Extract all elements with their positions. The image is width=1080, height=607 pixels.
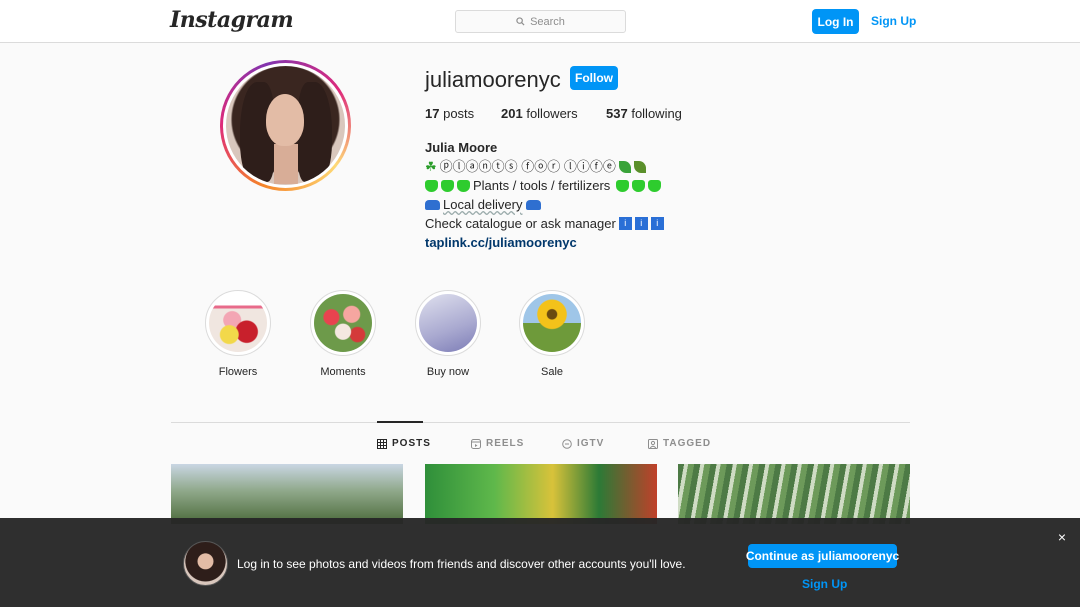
post-thumbnail[interactable] <box>425 464 657 524</box>
bio-line-products: Plants / tools / fertilizers <box>425 176 664 195</box>
bio-link[interactable]: taplink.cc/juliamoorenyc <box>425 233 664 252</box>
continue-as-button[interactable]: Continue as juliamoorenyc <box>746 544 899 568</box>
profile-username: juliamoorenyc <box>425 67 561 92</box>
green-heart-icon <box>616 179 630 192</box>
green-heart-icon <box>457 179 470 192</box>
highlight-label: Sale <box>540 366 564 378</box>
highlight-moments[interactable]: Moments <box>310 290 376 378</box>
login-prompt-signup-link[interactable]: Sign Up <box>802 577 847 591</box>
followers-count[interactable]: 201 followers <box>501 106 578 121</box>
tab-posts[interactable]: POSTS <box>377 438 431 449</box>
green-heart-icon <box>648 179 662 192</box>
info-icon: i <box>650 217 664 230</box>
search-icon <box>516 17 525 26</box>
active-tab-indicator <box>377 421 423 423</box>
highlight-label: Flowers <box>218 366 258 378</box>
highlight-label: Buy now <box>426 366 470 378</box>
bio-line-delivery: Local delivery <box>425 195 664 214</box>
leaf-icon <box>633 160 646 173</box>
bio-line-catalogue: Check catalogue or ask manager i i i <box>425 214 664 233</box>
tab-reels[interactable]: REELS <box>471 438 524 449</box>
shamrock-icon: ☘ <box>425 159 437 174</box>
highlight-sale[interactable]: Sale <box>519 290 585 378</box>
highlight-label: Moments <box>320 366 366 378</box>
reels-icon <box>471 438 481 449</box>
car-icon <box>425 199 440 210</box>
grid-icon <box>377 438 387 449</box>
highlight-flowers[interactable]: Flowers <box>205 290 271 378</box>
info-icon: i <box>634 217 648 230</box>
highlight-thumbnail <box>419 294 477 352</box>
posts-count: 17 posts <box>425 106 475 121</box>
profile-photo <box>226 66 345 185</box>
tagged-icon <box>648 438 658 449</box>
igtv-icon <box>562 438 572 449</box>
profile-full-name: Julia Moore <box>425 140 498 155</box>
instagram-logo[interactable]: Instagram <box>170 7 294 33</box>
follow-button[interactable]: Follow <box>570 66 618 90</box>
login-button[interactable]: Log In <box>812 9 859 34</box>
highlight-thumbnail <box>314 294 372 352</box>
tabs-divider <box>171 422 910 423</box>
search-input[interactable]: Search <box>455 10 626 33</box>
highlight-buy-now[interactable]: Buy now <box>415 290 481 378</box>
top-navigation: Instagram Search Log In Sign Up <box>0 0 1080 43</box>
highlight-thumbnail <box>209 294 267 352</box>
bio-line-tagline: ☘ ⓟⓛⓐⓝⓣⓢ ⓕⓞⓡ ⓛⓘⓕⓔ <box>425 157 664 176</box>
green-heart-icon <box>441 179 454 192</box>
login-prompt-message: Log in to see photos and videos from fri… <box>237 557 686 571</box>
tab-tagged[interactable]: TAGGED <box>648 438 711 449</box>
info-icon: i <box>618 217 632 230</box>
close-icon[interactable]: × <box>1055 530 1069 544</box>
profile-avatar[interactable] <box>220 60 351 191</box>
green-heart-icon <box>632 179 646 192</box>
sprout-icon <box>618 160 631 173</box>
following-count[interactable]: 537 following <box>606 106 682 121</box>
highlight-thumbnail <box>523 294 581 352</box>
post-thumbnail[interactable] <box>171 464 403 524</box>
profile-bio: Julia Moore ☘ ⓟⓛⓐⓝⓣⓢ ⓕⓞⓡ ⓛⓘⓕⓔ Plants / t… <box>425 138 664 252</box>
post-thumbnail[interactable] <box>678 464 910 524</box>
car-icon <box>525 199 541 210</box>
green-heart-icon <box>425 179 438 192</box>
search-placeholder: Search <box>530 15 565 28</box>
tab-igtv[interactable]: IGTV <box>562 438 604 449</box>
signup-link[interactable]: Sign Up <box>871 14 916 28</box>
login-prompt-avatar <box>183 541 228 586</box>
